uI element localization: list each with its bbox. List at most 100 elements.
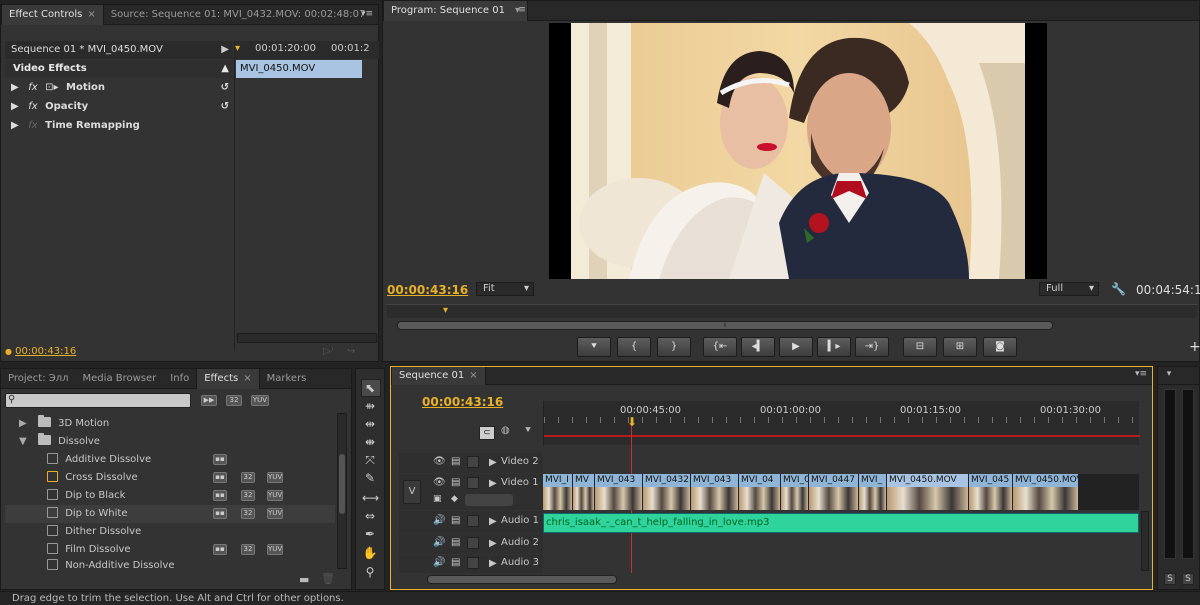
effect-item[interactable]: Film Dissolve ▪▪ 32 YUV [5, 541, 335, 559]
32bit-effects-icon[interactable]: 32 [226, 395, 242, 406]
reset-icon[interactable]: ↺ [221, 98, 229, 116]
timeline-timecode[interactable]: 00:00:43:16 [422, 395, 503, 409]
wrench-icon[interactable]: 🔧 [1111, 282, 1126, 296]
video-clip[interactable]: MVI_0 [781, 474, 809, 510]
button-editor-add-icon[interactable]: + [1189, 339, 1200, 355]
video-clip[interactable]: MVI_04 [739, 474, 781, 510]
timeline-playhead-icon[interactable]: ⬇ [627, 415, 637, 429]
slide-tool-icon[interactable]: ⇔ [362, 508, 378, 524]
sync-lock-icon[interactable]: ▤ [451, 456, 460, 467]
lift-button[interactable]: ⊟ [903, 337, 937, 357]
effect-row-time-remapping[interactable]: ▶ fx Time Remapping [5, 117, 233, 135]
accelerated-effects-icon[interactable]: ▶▶ [201, 395, 217, 406]
expand-icon[interactable]: ▶ [11, 101, 19, 112]
effect-item-selected[interactable]: Dip to White ▪▪ 32 YUV [5, 505, 335, 523]
track-lock-box[interactable] [467, 557, 479, 569]
folder-3d-motion[interactable]: ▶ 3D Motion [5, 415, 335, 433]
expand-icon[interactable]: ▶ [489, 478, 497, 489]
effect-item[interactable]: Non-Additive Dissolve [5, 559, 335, 571]
close-icon[interactable]: × [469, 370, 477, 381]
close-icon[interactable]: × [243, 373, 251, 384]
effects-scrollbar[interactable] [337, 413, 347, 569]
video-clip[interactable]: MVI_0432 [643, 474, 691, 510]
track-lock-box[interactable] [467, 537, 479, 549]
effect-item[interactable]: Additive Dissolve ▪▪ [5, 451, 335, 469]
timeline-h-scrollbar[interactable] [427, 575, 617, 584]
keyframe-icon[interactable]: ◆ [451, 494, 458, 504]
effect-item[interactable]: Cross Dissolve ▪▪ 32 YUV [5, 469, 335, 487]
program-time-ruler[interactable]: ▾ [387, 304, 1197, 318]
video-clip[interactable]: MVI_0450.MOV [1013, 474, 1079, 510]
tab-effects[interactable]: Effects × [196, 368, 260, 389]
rate-stretch-tool-icon[interactable]: ⤧ [362, 452, 378, 468]
sync-lock-icon[interactable]: ▤ [451, 477, 460, 488]
tab-source[interactable]: Source: Sequence 01: MVI_0432.MOV: 00:02… [104, 5, 373, 25]
expand-icon[interactable]: ▶ [19, 418, 27, 429]
collapse-icon[interactable]: ▲ [221, 60, 229, 78]
program-zoom-scrollbar[interactable]: ⦀ [397, 321, 1053, 330]
rolling-edit-tool-icon[interactable]: ⇼ [362, 434, 378, 450]
solo-left-button[interactable]: S [1164, 573, 1176, 585]
pen-tool-icon[interactable]: ✒ [362, 526, 378, 542]
sync-lock-icon[interactable]: ▤ [451, 537, 460, 548]
effect-item[interactable]: Dither Dissolve [5, 523, 335, 541]
playhead-icon[interactable]: ▾ [235, 43, 240, 54]
audio-clip[interactable]: chris_isaak_-_can_t_help_falling_in_love… [543, 513, 1139, 533]
tab-program[interactable]: Program: Sequence 01 ▾ [383, 0, 529, 21]
step-back-button[interactable]: ◂▍ [741, 337, 775, 357]
tab-project[interactable]: Project: Элл [1, 369, 76, 389]
ec-loop-icon[interactable]: ↪ [347, 346, 355, 357]
scrollbar-thumb[interactable] [339, 454, 345, 514]
sync-lock-icon[interactable]: ▤ [451, 557, 460, 568]
panel-menu-icon[interactable]: ▾≡ [1134, 369, 1148, 381]
speaker-icon[interactable]: 🔊 [433, 515, 445, 526]
panel-menu-icon[interactable]: ≡ [515, 5, 529, 17]
delete-icon[interactable]: 🗑 [321, 572, 335, 585]
speaker-icon[interactable]: 🔊 [433, 537, 445, 548]
add-marker-button[interactable]: ⯆ [577, 337, 611, 357]
ec-divider[interactable] [234, 41, 235, 351]
timeline-v-scrollbar[interactable] [1141, 511, 1149, 571]
play-only-icon[interactable]: ▶ [221, 41, 229, 59]
track-lock-box[interactable] [467, 477, 479, 489]
expand-icon[interactable]: ▶ [489, 457, 497, 468]
new-bin-icon[interactable]: ▬ [299, 573, 309, 586]
keyframe-nav[interactable] [465, 494, 513, 506]
video-clip[interactable]: MVI_ [859, 474, 887, 510]
ec-scrollbar[interactable] [237, 333, 377, 343]
track-lock-box[interactable] [467, 456, 479, 468]
collapse-icon[interactable]: ▼ [19, 436, 27, 447]
step-forward-button[interactable]: ▍▸ [817, 337, 851, 357]
expand-icon[interactable]: ▶ [489, 538, 497, 549]
video-clip[interactable]: MV [573, 474, 595, 510]
extract-button[interactable]: ⊞ [943, 337, 977, 357]
close-icon[interactable]: × [87, 9, 95, 20]
video-clip[interactable]: MVI_0447 [809, 474, 859, 510]
motion-transform-icon[interactable]: ⊡▸ [45, 82, 58, 93]
reset-icon[interactable]: ↺ [221, 79, 229, 97]
speaker-icon[interactable]: 🔊 [433, 557, 445, 568]
mark-out-button[interactable]: } [657, 337, 691, 357]
zoom-tool-icon[interactable]: ⚲ [362, 564, 378, 580]
video-clip[interactable]: MVI_0450.MOV [887, 474, 969, 510]
sync-lock-icon[interactable]: ▤ [451, 515, 460, 526]
search-input[interactable] [20, 394, 188, 407]
hand-tool-icon[interactable]: ✋ [362, 545, 378, 561]
effect-item[interactable]: Dip to Black ▪▪ 32 YUV [5, 487, 335, 505]
tab-sequence-01[interactable]: Sequence 01 × [391, 366, 486, 385]
folder-dissolve[interactable]: ▼ Dissolve [5, 433, 335, 451]
marker-icon[interactable]: ⯆ [524, 425, 532, 436]
display-style-icon[interactable]: ▣ [433, 494, 442, 504]
slip-tool-icon[interactable]: ⟷ [362, 490, 379, 506]
work-area-bar[interactable] [544, 435, 1140, 441]
expand-icon[interactable]: ▶ [489, 558, 497, 569]
program-video-frame[interactable] [549, 23, 1047, 279]
ec-timecode[interactable]: 00:00:43:16 [15, 346, 76, 357]
razor-tool-icon[interactable]: ✎ [362, 470, 378, 486]
fit-select[interactable]: Fit ▾ [476, 282, 534, 296]
yuv-effects-icon[interactable]: YUV [251, 395, 269, 406]
track-select-tool-icon[interactable]: ⇻ [362, 398, 378, 414]
ec-clip-bar[interactable]: MVI_0450.MOV [236, 60, 362, 78]
expand-icon[interactable]: ▶ [11, 120, 19, 131]
eye-icon[interactable]: 👁 [433, 456, 446, 467]
